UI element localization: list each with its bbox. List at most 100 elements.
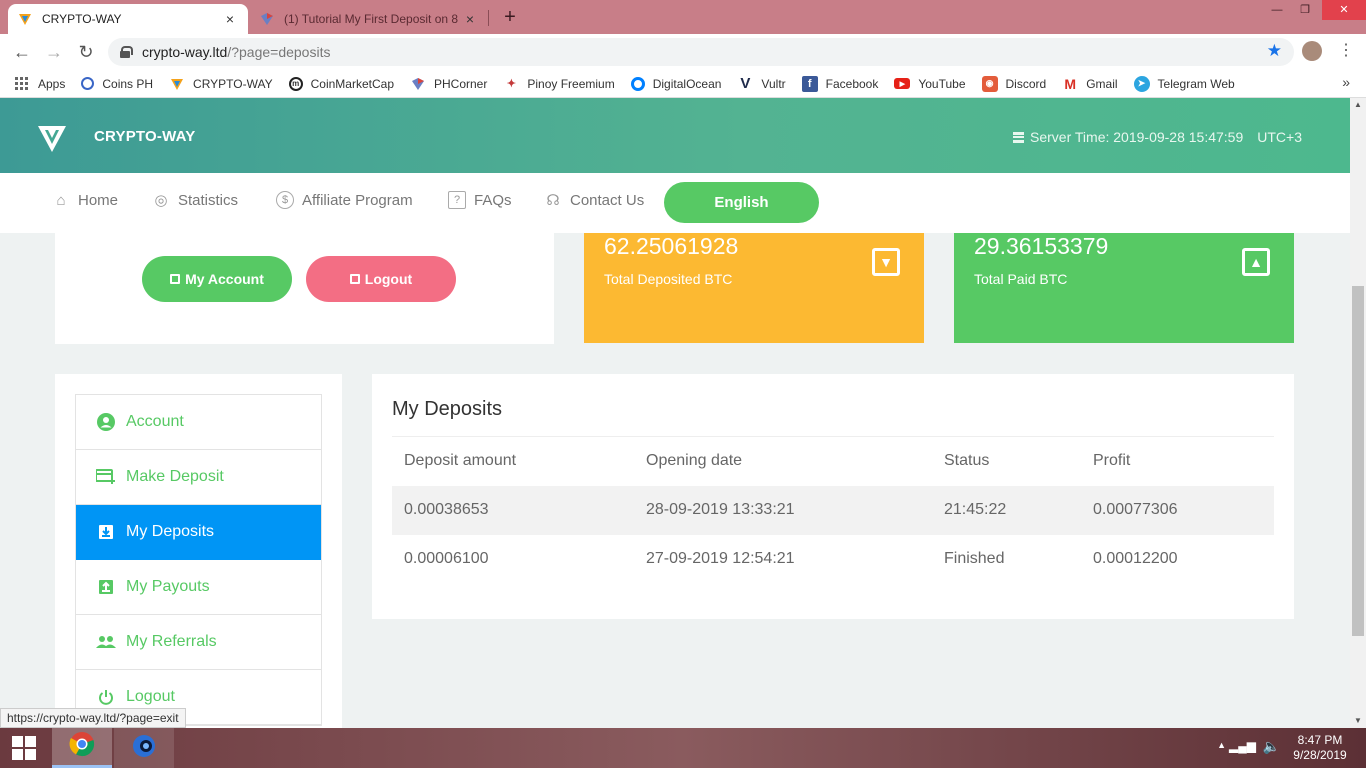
sidebar-item-label: My Referrals	[126, 633, 217, 650]
scrollbar-thumb[interactable]	[1352, 286, 1364, 636]
bookmark-label: Pinoy Freemium	[527, 76, 615, 91]
phcorner-icon	[410, 76, 426, 92]
coinmarketcap-icon: m	[288, 76, 303, 91]
bookmark-apps[interactable]: Apps	[14, 76, 65, 92]
my-account-button[interactable]: My Account	[142, 256, 292, 302]
browser-menu-icon[interactable]: ⋮	[1338, 40, 1354, 62]
bookmark-discord[interactable]: ◉ Discord	[981, 75, 1047, 92]
telegram-icon: ➤	[1133, 75, 1150, 92]
bookmark-label: Facebook	[825, 76, 879, 91]
bookmark-digitalocean[interactable]: DigitalOcean	[630, 76, 722, 91]
total-paid-label: Total Paid BTC	[974, 271, 1068, 287]
back-arrow-icon[interactable]: ←	[10, 40, 34, 64]
bookmark-phcorner[interactable]: PHCorner	[410, 76, 487, 92]
bookmark-star-icon[interactable]: ★	[1267, 41, 1282, 61]
scroll-up-icon[interactable]: ▲	[1350, 98, 1366, 112]
link-status-bar: https://crypto-way.ltd/?page=exit	[0, 708, 186, 728]
profile-avatar[interactable]	[1302, 41, 1322, 61]
sidebar-item-account[interactable]: Account	[76, 395, 321, 450]
column-header: Profit	[1081, 436, 1274, 486]
button-label: Logout	[364, 271, 413, 287]
site-header: CRYPTO-WAY Server Time: 2019-09-28 15:47…	[0, 98, 1350, 173]
bookmark-gmail[interactable]: M Gmail	[1062, 76, 1117, 92]
start-button[interactable]	[0, 728, 48, 768]
column-header: Status	[932, 436, 1081, 486]
tab-crypto-way[interactable]: CRYPTO-WAY ×	[8, 4, 248, 34]
total-paid-card: 29.36153379 Total Paid BTC	[954, 233, 1294, 343]
address-bar[interactable]: crypto-way.ltd/?page=deposits ★	[108, 38, 1294, 66]
sidebar-item-my-referrals[interactable]: My Referrals	[76, 615, 321, 670]
nav-contact-us[interactable]: ☊ Contact Us	[544, 191, 644, 210]
bookmark-youtube[interactable]: ▶ YouTube	[894, 76, 966, 91]
bookmark-telegram-web[interactable]: ➤ Telegram Web	[1133, 75, 1235, 92]
maximize-button[interactable]: ❐	[1290, 0, 1320, 20]
bookmark-vultr[interactable]: V Vultr	[737, 75, 785, 92]
tab-tutorial[interactable]: (1) Tutorial My First Deposit on 8 ×	[250, 4, 488, 34]
total-deposited-card: 62.25061928 Total Deposited BTC	[584, 233, 924, 343]
forward-arrow-icon[interactable]: →	[42, 40, 66, 64]
taskbar-chrome[interactable]	[52, 728, 112, 768]
sidebar-item-my-payouts[interactable]: My Payouts	[76, 560, 321, 615]
new-tab-button[interactable]: +	[498, 5, 522, 29]
sidebar-item-label: My Payouts	[126, 578, 210, 595]
bookmark-crypto-way[interactable]: CRYPTO-WAY	[169, 76, 273, 92]
bookmark-label: Discord	[1005, 76, 1047, 91]
user-circle-icon	[96, 413, 116, 431]
nav-label: Home	[78, 191, 119, 209]
scroll-down-icon[interactable]: ▼	[1350, 714, 1366, 728]
page-scrollbar[interactable]: ▲ ▼	[1350, 98, 1366, 728]
apps-grid-icon	[14, 76, 30, 92]
clock-date: 9/28/2019	[1293, 748, 1347, 762]
digitalocean-icon	[630, 76, 645, 91]
bookmarks-more-icon[interactable]: »	[1342, 74, 1350, 90]
bookmark-label: Telegram Web	[1157, 76, 1235, 91]
bookmark-label: Gmail	[1086, 76, 1118, 91]
gmail-icon: M	[1064, 75, 1077, 92]
bookmark-facebook[interactable]: f Facebook	[801, 75, 879, 92]
nav-home[interactable]: ⌂ Home	[52, 191, 118, 209]
reload-icon[interactable]: ↻	[74, 40, 98, 64]
youtube-icon: ▶	[894, 78, 911, 89]
show-hidden-icons-icon[interactable]: ▲	[1217, 740, 1226, 750]
crypto-way-icon	[169, 76, 185, 92]
bookmark-pinoy-freemium[interactable]: ✦ Pinoy Freemium	[503, 76, 615, 92]
nav-statistics[interactable]: ◎ Statistics	[152, 191, 238, 210]
faq-icon: ?	[448, 191, 466, 209]
crypto-way-logo[interactable]	[36, 122, 68, 154]
lock-icon	[120, 46, 133, 58]
bookmark-label: CRYPTO-WAY	[193, 76, 273, 91]
sidebar-item-my-deposits[interactable]: My Deposits	[76, 505, 321, 560]
site-brand[interactable]: CRYPTO-WAY	[94, 128, 195, 145]
total-deposited-value: 62.25061928	[604, 233, 739, 259]
bookmark-coinmarketcap[interactable]: m CoinMarketCap	[288, 76, 394, 91]
server-time: Server Time: 2019-09-28 15:47:59 UTC+3	[1013, 129, 1302, 145]
bookmarks-bar: Apps Coins PH CRYPTO-WAY m CoinMarketCap …	[0, 70, 1366, 98]
panel-title: My Deposits	[392, 398, 503, 420]
tab-separator	[488, 10, 489, 26]
close-tab-icon[interactable]: ×	[222, 11, 238, 27]
facebook-icon: f	[801, 75, 818, 92]
bookmark-label: YouTube	[918, 76, 966, 91]
table-header-row: Deposit amount Opening date Status Profi…	[392, 436, 1274, 486]
bookmark-label: DigitalOcean	[652, 76, 722, 91]
nav-affiliate-program[interactable]: $ Affiliate Program	[276, 191, 413, 209]
minimize-button[interactable]: —	[1262, 0, 1292, 20]
volume-icon[interactable]: 🔈	[1263, 738, 1280, 755]
close-tab-icon[interactable]: ×	[462, 11, 478, 27]
taskbar-clock[interactable]: 8:47 PM 9/28/2019	[1290, 733, 1350, 763]
close-window-button[interactable]: ✕	[1322, 0, 1366, 20]
web-page: CRYPTO-WAY Server Time: 2019-09-28 15:47…	[0, 98, 1350, 728]
account-menu: Account Make Deposit My Deposits My Payo…	[75, 394, 322, 726]
my-deposits-panel: My Deposits Deposit amount Opening date …	[372, 374, 1294, 619]
language-button[interactable]: English	[664, 182, 819, 223]
sidebar-item-make-deposit[interactable]: Make Deposit	[76, 450, 321, 505]
bookmark-coins-ph[interactable]: Coins PH	[81, 77, 153, 91]
column-header: Deposit amount	[392, 436, 634, 486]
network-signal-icon[interactable]: ▂▄▆	[1229, 739, 1256, 753]
logout-icon	[349, 274, 360, 284]
logout-button[interactable]: Logout	[306, 256, 456, 302]
profit-cell: 0.00077306	[1081, 485, 1274, 535]
nav-faqs[interactable]: ? FAQs	[448, 191, 512, 209]
taskbar-app-2[interactable]	[114, 728, 174, 768]
download-box-icon	[96, 523, 116, 541]
